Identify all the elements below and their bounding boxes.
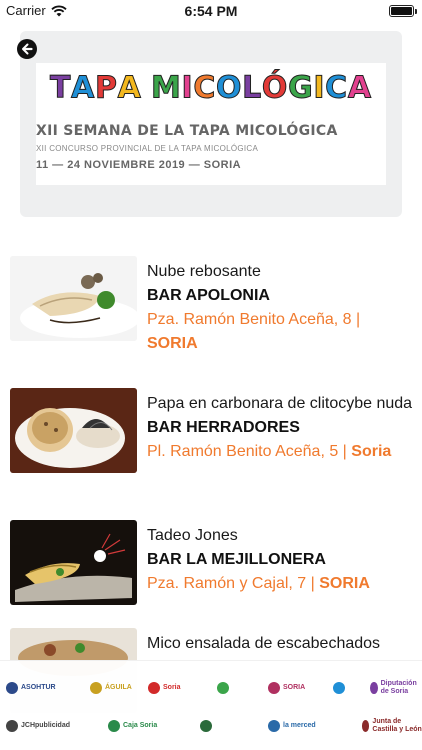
event-banner: TAPA MICOLÓGICA XII SEMANA DE LA TAPA MI… [36, 63, 386, 185]
banner-title-letter: O [215, 70, 243, 106]
item-text: Nube rebosante BAR APOLONIA Pza. Ramón B… [147, 260, 415, 356]
sponsor-label: SORIA [283, 684, 306, 691]
banner-title-letter: I [181, 70, 194, 106]
back-button[interactable] [17, 39, 37, 59]
banner-title-letter: M [151, 70, 182, 106]
sponsor-label: ASOHTUR [21, 684, 56, 691]
banner-title-letter: A [347, 70, 372, 106]
sponsor-label: Soria [163, 684, 181, 691]
bar-address[interactable]: Pza. Ramón Benito Aceña, 8 | SORIA [147, 308, 415, 356]
sponsor-mark-icon [268, 720, 280, 732]
sponsor-label: ÁGUILA [105, 684, 132, 691]
sponsor-mark-icon [6, 720, 18, 732]
sponsor-logo: Caja Soria [108, 713, 157, 739]
arrow-left-icon [22, 43, 33, 55]
dish-photo [10, 520, 137, 605]
status-time: 6:54 PM [184, 3, 238, 19]
city-text: SORIA [319, 575, 370, 592]
sponsor-mark-icon [148, 682, 160, 694]
sponsor-logo: ÁGUILA [90, 675, 132, 701]
sponsor-mark-icon [332, 682, 345, 694]
banner-title-letter: C [193, 70, 217, 106]
address-text: Pza. Ramón y Cajal, 7 | [147, 575, 315, 592]
sponsor-label: Caja Soria [123, 722, 158, 729]
bar-name: BAR APOLONIA [147, 287, 270, 304]
sponsor-mark-icon [268, 682, 280, 694]
sponsor-logo [212, 675, 236, 701]
dish-photo [10, 388, 137, 473]
tapa-name: Tadeo Jones [147, 527, 238, 544]
list-item[interactable]: Nube rebosante BAR APOLONIA Pza. Ramón B… [0, 256, 422, 352]
banner-subtitle-2: XII CONCURSO PROVINCIAL DE LA TAPA MICOL… [36, 144, 259, 153]
bar-address[interactable]: Pza. Ramón y Cajal, 7 | SORIA [147, 572, 415, 596]
banner-title-letter: G [288, 70, 314, 106]
banner-title-letter: Ó [261, 70, 289, 106]
item-text: Mico ensalada de escabechados [147, 632, 415, 656]
sponsor-label: la merced [283, 722, 316, 729]
sponsor-logo: SORIA [268, 675, 305, 701]
sponsor-label: JCHpublicidad [21, 722, 71, 729]
item-text: Papa en carbonara de clitocybe nuda BAR … [147, 392, 415, 464]
list-item[interactable]: Tadeo Jones BAR LA MEJILLONERA Pza. Ramó… [0, 520, 422, 616]
banner-title-letter: L [242, 70, 262, 106]
banner-title-letter: C [325, 70, 348, 106]
tapa-name: Nube rebosante [147, 263, 261, 280]
address-text: Pza. Ramón Benito Aceña, 8 | [147, 311, 361, 328]
screen: Carrier 6:54 PM TAPA MICOLÓGICA XII SEMA… [0, 0, 422, 750]
sponsor-logo: ASOHTUR [6, 675, 56, 701]
banner-title-letter: A [117, 70, 142, 106]
list-item[interactable]: Papa en carbonara de clitocybe nuda BAR … [0, 388, 422, 484]
tapa-name: Papa en carbonara de clitocybe nuda [147, 395, 413, 412]
banner-title-letter: T [49, 70, 72, 106]
banner-subtitle: XII SEMANA DE LA TAPA MICOLÓGICA [36, 123, 338, 139]
sponsor-logo [195, 713, 219, 739]
sponsor-logo: la merced [268, 713, 316, 739]
banner-title-letter: I [313, 70, 326, 106]
battery-icon [389, 5, 417, 17]
banner-dates: 11 — 24 NOVIEMBRE 2019 — SORIA [36, 159, 242, 171]
sponsor-logo: JCHpublicidad [6, 713, 70, 739]
status-bar: Carrier 6:54 PM [0, 0, 422, 22]
sponsor-logo [328, 675, 352, 701]
bar-name: BAR LA MEJILLONERA [147, 551, 326, 568]
sponsor-logo: Diputación de Soria [370, 675, 422, 701]
city-text: SORIA [147, 335, 198, 352]
sponsor-logo: Junta de Castilla y León [362, 713, 422, 739]
address-text: Pl. Ramón Benito Aceña, 5 | [147, 443, 347, 460]
item-text: Tadeo Jones BAR LA MEJILLONERA Pza. Ramó… [147, 524, 415, 596]
sponsor-mark-icon [90, 682, 102, 694]
banner-title-letter: P [94, 70, 118, 106]
sponsor-mark-icon [362, 720, 370, 732]
sponsor-mark-icon [6, 682, 18, 694]
bar-address[interactable]: Pl. Ramón Benito Aceña, 5 | Soria [147, 440, 415, 464]
sponsor-mark-icon [370, 682, 378, 694]
sponsor-label: Diputación de Soria [380, 680, 417, 695]
sponsor-label: Junta de Castilla y León [372, 718, 422, 733]
dish-photo [10, 256, 137, 341]
city-text: Soria [351, 443, 392, 460]
bar-name: BAR HERRADORES [147, 419, 300, 436]
sponsor-mark-icon [216, 682, 229, 694]
sponsors-footer: ASOHTUR ÁGUILA Soria SORIA Diputación de Sor… [0, 660, 422, 750]
banner-title-letter: A [71, 70, 95, 106]
sponsor-mark-icon [108, 720, 120, 732]
banner-title: TAPA MICOLÓGICA [49, 70, 372, 105]
sponsor-logo: Soria [148, 675, 181, 701]
sponsor-mark-icon [199, 720, 212, 732]
tapa-name: Mico ensalada de escabechados [147, 635, 381, 652]
